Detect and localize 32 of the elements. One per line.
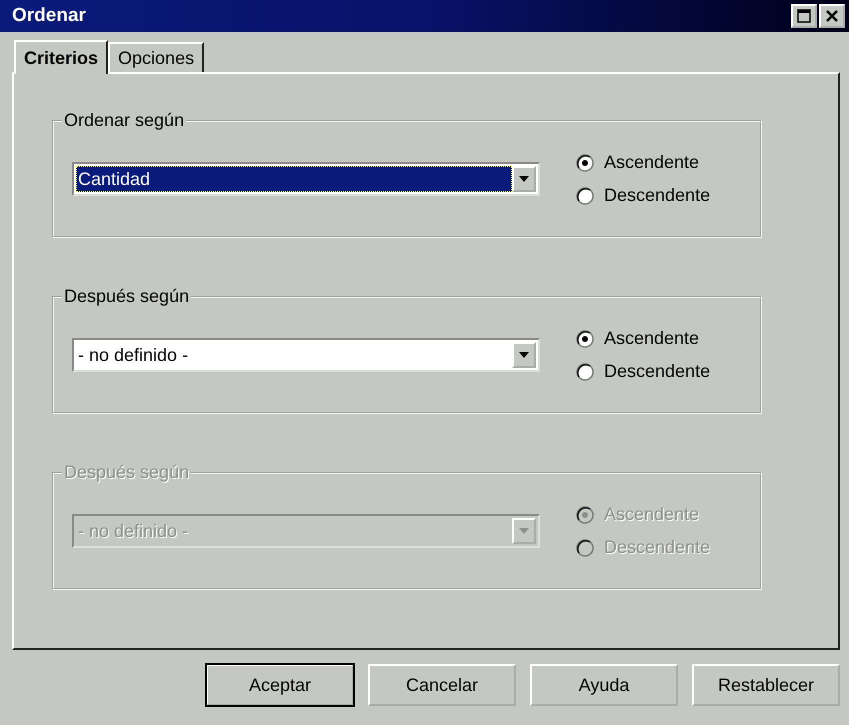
dropdown-arrow-button[interactable]: [512, 342, 536, 368]
dropdown-value: - no definido -: [77, 344, 190, 366]
dialog-button[interactable]: Ayuda: [530, 664, 678, 706]
group-title: Ordenar según: [62, 110, 186, 131]
dialog-button[interactable]: Cancelar: [368, 664, 516, 706]
caret-icon: [519, 528, 529, 534]
tab[interactable]: Opciones: [108, 42, 204, 72]
radio-button[interactable]: [576, 330, 594, 348]
radio-label[interactable]: Descendente: [604, 361, 710, 382]
radio-label[interactable]: Descendente: [604, 185, 710, 206]
sort-dropdown[interactable]: - no definido -: [72, 338, 540, 372]
caret-icon: [519, 176, 529, 182]
group-title: Después según: [62, 462, 192, 483]
radio-label[interactable]: Ascendente: [604, 152, 700, 173]
close-button[interactable]: [819, 4, 845, 28]
dialog-button[interactable]: Restablecer: [692, 664, 840, 706]
dropdown-value: - no definido -: [77, 520, 190, 542]
maximize-button[interactable]: [791, 4, 817, 28]
caret-icon: [519, 352, 529, 358]
radio-button[interactable]: [576, 362, 594, 380]
sort-dropdown[interactable]: Cantidad: [72, 162, 540, 196]
dropdown-arrow-button[interactable]: [512, 166, 536, 192]
radio-label[interactable]: Ascendente: [604, 328, 700, 349]
radio-button[interactable]: [576, 186, 594, 204]
tab[interactable]: Criterios: [14, 40, 108, 74]
group-title: Después según: [62, 286, 192, 307]
maximize-icon: [797, 9, 811, 23]
window-title: Ordenar: [12, 5, 87, 27]
close-icon: [825, 9, 839, 23]
radio-button[interactable]: [576, 154, 594, 172]
dialog-button[interactable]: Aceptar: [206, 664, 354, 706]
dropdown-value: Cantidad: [76, 166, 512, 192]
